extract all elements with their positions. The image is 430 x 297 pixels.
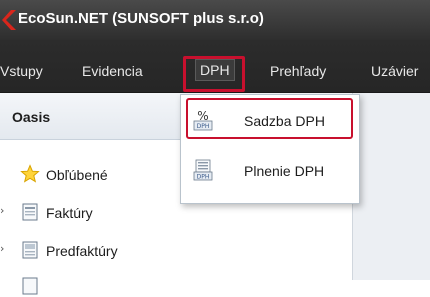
- tree-item-label: Predfaktúry: [46, 243, 118, 259]
- panel-title: Oasis: [12, 109, 51, 125]
- menu-prehlady[interactable]: Prehľady: [270, 63, 326, 79]
- star-icon: [20, 164, 40, 183]
- menu-item-plnenie-dph[interactable]: DPH Plnenie DPH: [181, 150, 359, 190]
- menu-vstupy[interactable]: Vstupy: [0, 63, 43, 79]
- tree-item-faktury[interactable]: › Faktúry: [0, 201, 340, 223]
- window-title: EcoSun.NET (SUNSOFT plus s.r.o): [18, 10, 264, 27]
- dph-menu-highlight: [183, 56, 245, 92]
- tree-item-label: Obľúbené: [46, 167, 108, 183]
- svg-text:DPH: DPH: [197, 174, 210, 181]
- menu-item-label: Plnenie DPH: [244, 163, 325, 179]
- document-icon: [22, 277, 38, 295]
- chevron-right-icon[interactable]: ›: [0, 242, 12, 256]
- app-logo-icon: [2, 10, 16, 30]
- title-bar: EcoSun.NET (SUNSOFT plus s.r.o): [0, 0, 430, 40]
- menu-evidencia[interactable]: Evidencia: [82, 63, 143, 79]
- chevron-right-icon[interactable]: ›: [0, 204, 12, 218]
- sadzba-dph-highlight: [186, 98, 353, 139]
- dph-report-icon: DPH: [193, 159, 213, 181]
- tree-item-partial: [0, 275, 340, 297]
- invoice-icon: [22, 203, 38, 221]
- content-area: [352, 93, 430, 280]
- tree-item-label: Faktúry: [46, 205, 93, 221]
- proforma-icon: [22, 241, 38, 259]
- menu-uzavierky[interactable]: Uzávier: [371, 63, 418, 79]
- tree-item-predfaktury[interactable]: › Predfaktúry: [0, 239, 340, 261]
